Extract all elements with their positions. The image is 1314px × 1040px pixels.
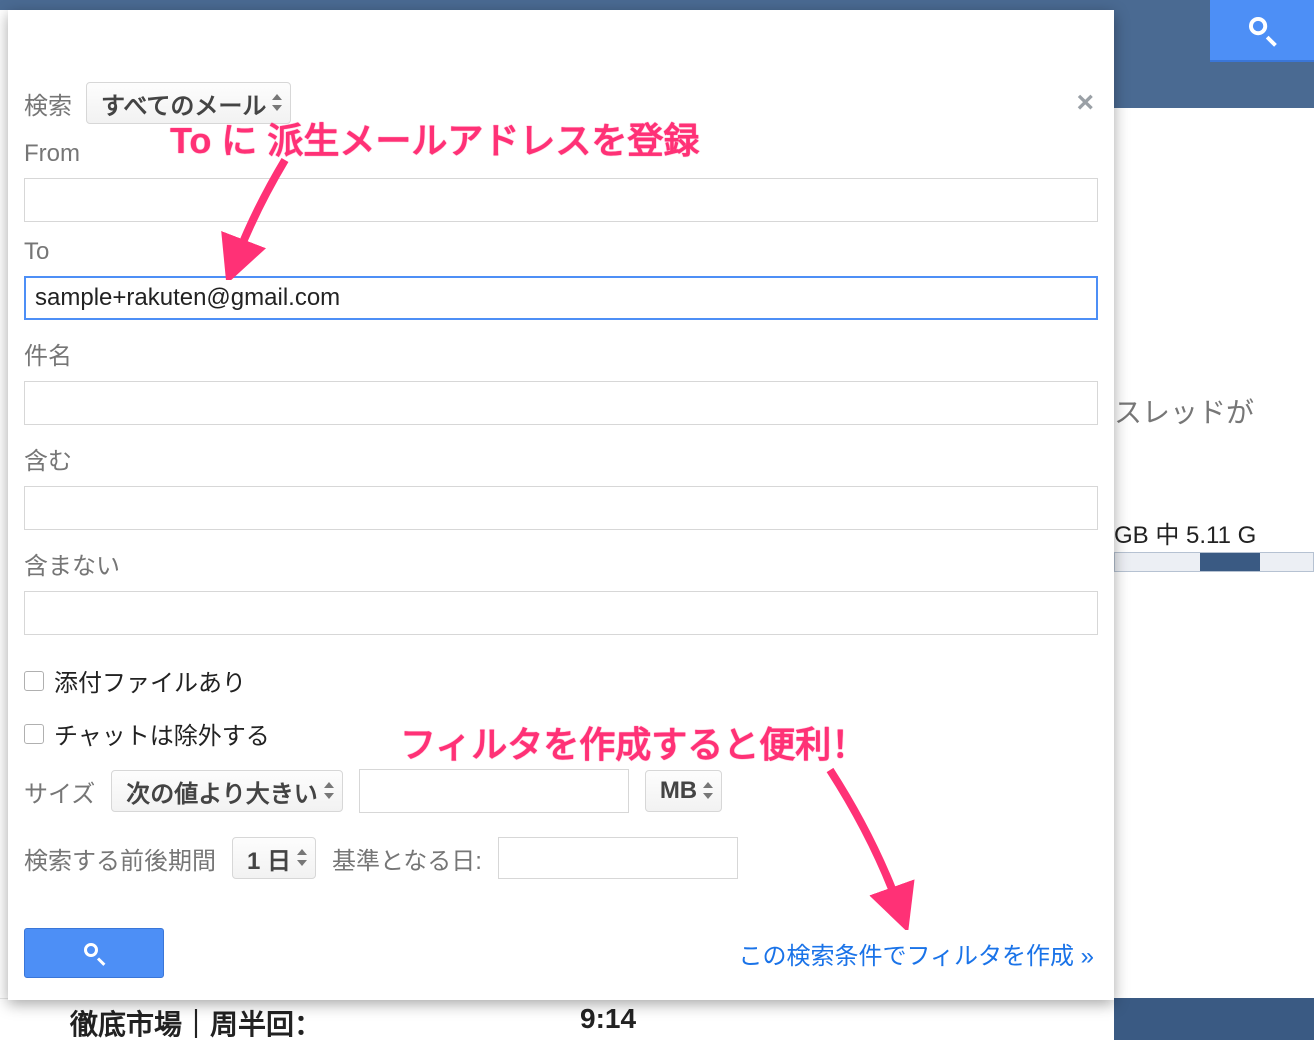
bg-storage-bar [1114,552,1314,572]
annotation-1: To に 派生メールアドレスを登録 [170,112,699,164]
to-input[interactable] [24,276,1098,320]
size-label: サイズ [24,774,95,809]
date-base-input[interactable] [498,837,738,879]
panel-body: 検索 すべてのメール From To 件名 含む [24,82,1098,982]
page-root: スレッドが GB 中 5.11 G × 検索 すべてのメール From [0,0,1314,1040]
bg-thread-text: スレッドが [1114,391,1314,431]
has-attachment-checkbox[interactable] [24,671,44,691]
bg-bottom-text-1: 徹底市場｜周半回： [70,1003,322,1040]
excludes-group: 含まない [24,546,1098,635]
subject-group: 件名 [24,336,1098,425]
subject-input[interactable] [24,381,1098,425]
includes-group: 含む [24,441,1098,530]
size-compare-value: 次の値より大きい [126,774,318,809]
top-search-button[interactable] [1210,0,1314,62]
bg-storage-text: GB 中 5.11 G [1114,515,1314,550]
search-submit-button[interactable] [24,928,164,978]
includes-label: 含む [24,441,1098,476]
date-range-select[interactable]: 1 日 [232,837,316,879]
exclude-chats-label: チャットは除外する [54,716,270,751]
to-label: To [24,238,1098,266]
excludes-label: 含まない [24,546,1098,581]
has-attachment-row: 添付ファイルあり [24,663,1098,698]
scope-label: 検索 [24,86,72,121]
annotation-2: フィルタを作成すると便利！ [400,716,867,768]
date-base-label: 基準となる日: [332,841,482,876]
size-value-input[interactable] [359,769,629,813]
includes-input[interactable] [24,486,1098,530]
date-range-value: 1 日 [247,841,291,876]
bg-bottom-text-2: 9:14 [580,1003,636,1035]
bg-bottom-right-bar [1114,998,1314,1040]
size-compare-select[interactable]: 次の値より大きい [111,770,343,812]
search-icon [82,941,106,965]
subject-label: 件名 [24,336,1098,371]
search-icon [1246,14,1277,45]
size-unit-value: MB [660,777,697,805]
size-row: サイズ 次の値より大きい MB [24,769,1098,813]
bottom-actions: この検索条件でフィルタを作成 » [24,928,1098,978]
date-row: 検索する前後期間 1 日 基準となる日: [24,837,1098,879]
date-range-label: 検索する前後期間 [24,841,216,876]
from-input[interactable] [24,178,1098,222]
bg-bottom-strip: 徹底市場｜周半回： 9:14 [0,998,1114,1040]
has-attachment-label: 添付ファイルあり [54,663,246,698]
to-group: To [24,238,1098,320]
size-unit-select[interactable]: MB [645,770,722,812]
bg-storage-bar-fill [1200,553,1260,571]
excludes-input[interactable] [24,591,1098,635]
create-filter-link[interactable]: この検索条件でフィルタを作成 » [738,936,1094,971]
exclude-chats-checkbox[interactable] [24,724,44,744]
background-right-column: スレッドが GB 中 5.11 G [1114,108,1314,1040]
